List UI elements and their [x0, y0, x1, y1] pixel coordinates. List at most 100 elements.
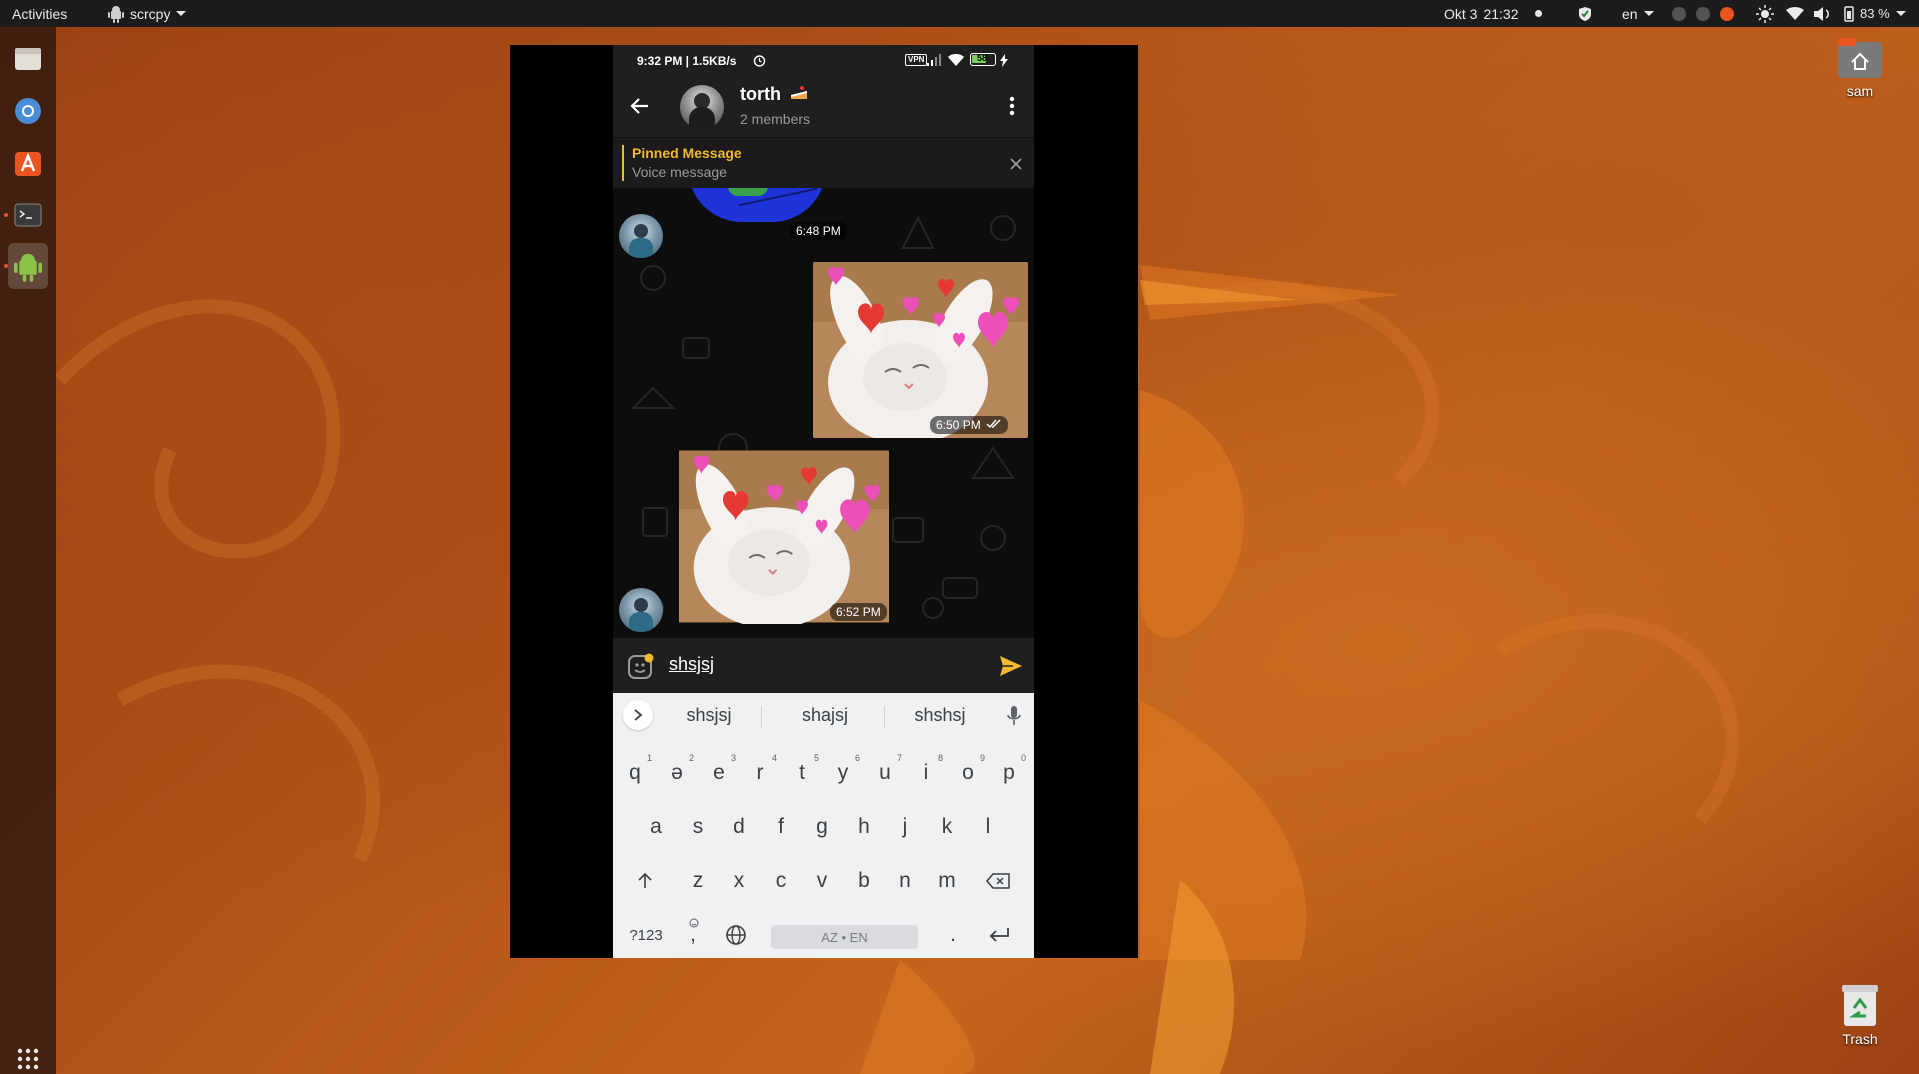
key-v[interactable]: v — [802, 859, 842, 903]
shift-arrow-icon — [638, 872, 652, 888]
period-key[interactable]: . — [933, 913, 973, 957]
sender-avatar[interactable] — [619, 214, 663, 258]
key-i[interactable]: i8 — [906, 751, 946, 795]
phone-status-bar: 9:32 PM | 1.5KB/s VPN 58 — [613, 45, 1034, 75]
trash-icon — [1842, 985, 1878, 1026]
microphone-icon[interactable] — [1007, 705, 1021, 727]
image-message-incoming[interactable] — [679, 449, 889, 624]
symbols-key[interactable]: ?123 — [621, 913, 671, 957]
phone-screen[interactable]: 9:32 PM | 1.5KB/s VPN 58 torth 2 members… — [613, 45, 1034, 958]
android-icon — [108, 5, 124, 23]
suggestion-1[interactable]: shsjsj — [654, 705, 764, 726]
enter-key[interactable] — [979, 913, 1019, 957]
key-b[interactable]: b — [844, 859, 884, 903]
key-label: o — [962, 761, 974, 784]
brightness-icon — [1756, 4, 1774, 23]
image-message-outgoing[interactable] — [813, 262, 1028, 438]
chevron-down-icon — [176, 11, 187, 16]
pinned-accent-bar — [622, 145, 624, 181]
chromium-app-icon[interactable] — [8, 91, 48, 131]
key-z[interactable]: z — [678, 859, 718, 903]
scrcpy-app-icon[interactable] — [8, 243, 48, 289]
shift-key[interactable] — [625, 859, 665, 903]
pinned-message-bar[interactable]: Pinned Message Voice message — [613, 137, 1034, 188]
key-j[interactable]: j — [885, 805, 925, 849]
app-grid-icon — [17, 1048, 39, 1070]
activities-button[interactable]: Activities — [12, 0, 67, 27]
sticker-emoji-icon[interactable] — [627, 652, 655, 680]
key-u[interactable]: u7 — [865, 751, 905, 795]
close-icon[interactable] — [1010, 158, 1022, 170]
cake-icon — [791, 86, 807, 99]
shield-indicator[interactable] — [1578, 0, 1592, 27]
key-label: y — [837, 761, 849, 784]
status-indicators[interactable] — [1672, 0, 1734, 27]
scrcpy-window[interactable]: 9:32 PM | 1.5KB/s VPN 58 torth 2 members… — [510, 45, 1138, 958]
language-switch-key[interactable] — [716, 913, 756, 957]
key-hint: 1 — [646, 753, 652, 763]
home-folder-shortcut[interactable]: sam — [1834, 36, 1886, 99]
key-r[interactable]: r4 — [740, 751, 780, 795]
suggestion-divider — [761, 706, 762, 728]
terminal-app-icon[interactable] — [8, 195, 48, 235]
backspace-key[interactable] — [978, 859, 1018, 903]
chat-title[interactable]: torth — [740, 84, 808, 105]
suggestion-3[interactable]: shshsj — [885, 705, 995, 726]
key-g[interactable]: g — [802, 805, 842, 849]
comma-key[interactable]: , — [673, 913, 713, 957]
key-o[interactable]: o9 — [948, 751, 988, 795]
key-q[interactable]: q1 — [615, 751, 655, 795]
app-menu[interactable]: scrcpy — [108, 0, 187, 27]
home-folder-icon — [1838, 38, 1882, 78]
key-a[interactable]: a — [636, 805, 676, 849]
key-y[interactable]: y6 — [823, 751, 863, 795]
space-key[interactable]: AZ • EN — [771, 925, 918, 949]
key-s[interactable]: s — [678, 805, 718, 849]
more-options-icon[interactable] — [1009, 95, 1015, 117]
send-icon[interactable] — [999, 655, 1023, 677]
key-t[interactable]: t5 — [782, 751, 822, 795]
phone-battery-value: 58 — [977, 53, 988, 63]
key-e[interactable]: e3 — [699, 751, 739, 795]
chat-avatar[interactable] — [680, 85, 724, 129]
language-selector[interactable]: en — [1622, 0, 1654, 27]
clock[interactable]: Okt 3 21:32 — [1444, 0, 1542, 27]
sender-avatar[interactable] — [619, 588, 663, 632]
message-input[interactable]: shsjsj — [669, 654, 714, 675]
key-l[interactable]: l — [968, 805, 1008, 849]
key-n[interactable]: n — [885, 859, 925, 903]
key-c[interactable]: c — [761, 859, 801, 903]
chat-messages[interactable]: 6:48 PM 6:50 PM 6:52 PM — [613, 188, 1034, 638]
home-folder-label: sam — [1846, 83, 1874, 99]
show-apps-button[interactable] — [8, 1039, 48, 1074]
phone-battery-indicator: 58 — [970, 53, 996, 66]
phone-wifi-icon — [948, 54, 964, 66]
expand-toolbar-button[interactable] — [623, 700, 653, 730]
key-hint: 9 — [979, 753, 985, 763]
suggestion-2[interactable]: shajsj — [770, 705, 880, 726]
on-screen-keyboard[interactable]: shsjsj shajsj shshsj q1 ə2 e3 r4 t5 y6 u… — [613, 693, 1034, 958]
chevron-down-icon — [1895, 11, 1906, 16]
enter-icon — [989, 928, 1009, 942]
key-x[interactable]: x — [719, 859, 759, 903]
chat-members-count: 2 members — [740, 111, 811, 127]
chevron-right-icon — [634, 709, 643, 721]
key-hint: 7 — [896, 753, 902, 763]
key-h[interactable]: h — [844, 805, 884, 849]
system-menu[interactable]: 83 % — [1756, 0, 1906, 27]
key-hint: 3 — [730, 753, 736, 763]
key-schwa[interactable]: ə2 — [657, 751, 697, 795]
key-label: e — [713, 761, 725, 784]
files-app-icon[interactable] — [8, 39, 48, 79]
key-m[interactable]: m — [927, 859, 967, 903]
software-app-icon[interactable] — [8, 143, 48, 183]
back-arrow-icon[interactable] — [630, 96, 650, 116]
key-f[interactable]: f — [761, 805, 801, 849]
key-p[interactable]: p0 — [989, 751, 1029, 795]
key-d[interactable]: d — [719, 805, 759, 849]
app-name-label: scrcpy — [130, 5, 171, 22]
key-k[interactable]: k — [927, 805, 967, 849]
trash-shortcut[interactable]: Trash — [1834, 982, 1886, 1047]
time-label: 21:32 — [1483, 5, 1519, 22]
charging-icon — [1000, 54, 1008, 67]
